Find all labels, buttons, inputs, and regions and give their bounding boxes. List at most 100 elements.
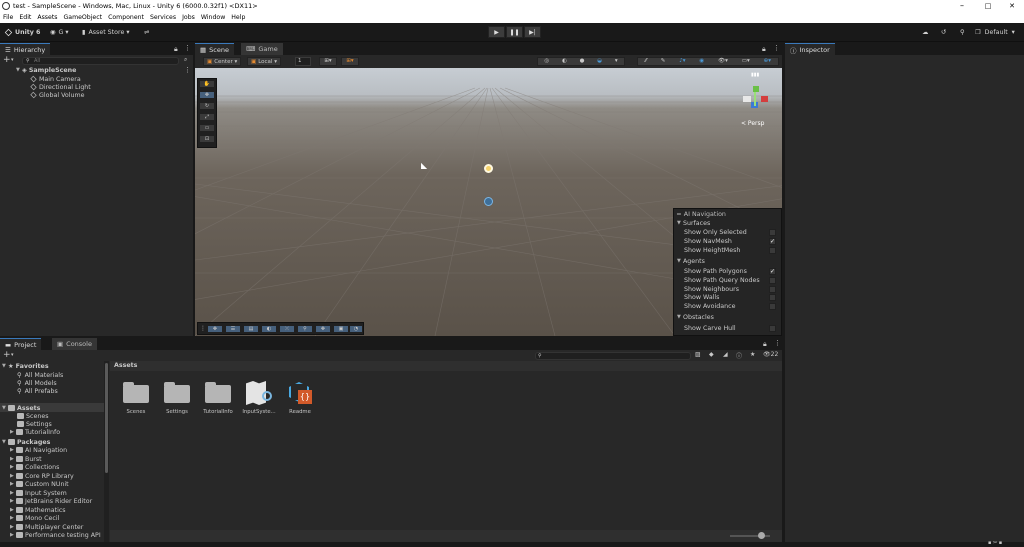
kebab-menu-icon[interactable]: ⋮ xyxy=(774,339,781,347)
list-item[interactable]: Main Camera xyxy=(30,75,81,83)
search-tool-icon[interactable]: ⚲ xyxy=(297,325,313,333)
volume-tool-icon[interactable]: ◐ xyxy=(261,325,277,333)
option-show-navmesh[interactable]: Show NavMesh ✓ xyxy=(684,237,779,245)
layers-button[interactable]: ❐ Default ▾ xyxy=(975,27,1015,38)
hierarchy-search-input[interactable]: ⚲ All xyxy=(22,57,179,65)
kebab-menu-icon[interactable]: ⋮ xyxy=(773,44,780,52)
lock-icon[interactable]: 🔒︎ xyxy=(174,45,178,54)
checkbox-show-only-selected[interactable] xyxy=(769,228,776,236)
drag-handle-icon[interactable]: ⋮ xyxy=(200,325,206,332)
package-item[interactable]: ▶ Mathematics xyxy=(10,506,66,514)
menu-assets[interactable]: Assets xyxy=(37,14,57,21)
menu-window[interactable]: Window xyxy=(201,14,225,21)
light-gizmo-icon[interactable] xyxy=(484,164,493,173)
agent-tool-icon[interactable]: ✥ xyxy=(315,325,331,333)
search-by-type-icon[interactable]: ▨ xyxy=(695,351,701,358)
tree-scrollbar[interactable] xyxy=(104,361,109,542)
info-icon[interactable]: ⓘ xyxy=(736,351,742,360)
kebab-menu-icon[interactable]: ⋮ xyxy=(184,44,191,52)
menu-gameobject[interactable]: GameObject xyxy=(63,14,102,21)
close-button[interactable]: ✕ xyxy=(1000,0,1024,12)
perspective-label[interactable]: < Persp xyxy=(741,120,764,127)
search-icon[interactable]: ⚲ xyxy=(960,27,965,38)
tab-console[interactable]: ▣ Console xyxy=(52,338,97,350)
package-item[interactable]: ▶ Burst xyxy=(10,455,42,463)
asset-tile[interactable]: Settings xyxy=(157,381,197,415)
lock-icon[interactable]: 🔒︎ xyxy=(762,45,766,54)
option-show-only-selected[interactable]: Show Only Selected xyxy=(684,228,779,236)
list-item[interactable]: Directional Light xyxy=(30,83,91,91)
package-item[interactable]: ▶ Input System xyxy=(10,489,67,497)
section-agents[interactable]: ▼ Agents xyxy=(677,257,705,265)
minimize-button[interactable]: – xyxy=(950,0,974,12)
breadcrumb-assets[interactable]: Assets xyxy=(114,362,137,369)
search-by-log-icon[interactable]: ◢ xyxy=(723,351,728,358)
rotate-tool-icon[interactable]: ↻ xyxy=(199,102,215,110)
rect-tool-icon[interactable]: ▭ xyxy=(199,124,215,132)
lock-icon[interactable]: 🔒︎ xyxy=(763,340,767,349)
scene-viewport[interactable]: ◣ ✋ ✥ ↻ ⤢ ▭ ⊡ ▮▮▮ < Persp ═ AI Navigation… xyxy=(195,68,782,336)
package-item[interactable]: ▶ AI Navigation xyxy=(10,446,67,454)
asset-store-button[interactable]: ▮ Asset Store ▾ xyxy=(82,27,130,38)
step-button[interactable]: ▶| xyxy=(524,26,541,38)
snap-increment-field[interactable]: 1 xyxy=(295,57,311,66)
option-show-carve-hull[interactable]: Show Carve Hull xyxy=(684,324,779,332)
section-obstacles[interactable]: ▼ Obstacles xyxy=(677,313,714,321)
navmesh-tool-icon[interactable]: ✥ xyxy=(207,325,223,333)
maximize-button[interactable]: □ xyxy=(976,0,1000,12)
tree-scrollbar-thumb[interactable] xyxy=(105,363,108,473)
option-show-avoidance[interactable]: Show Avoidance xyxy=(684,302,779,310)
option-show-neighbours[interactable]: Show Neighbours xyxy=(684,285,779,293)
add-dropdown-icon[interactable]: ▾ xyxy=(11,57,14,63)
package-item[interactable]: ▶ Collections xyxy=(10,463,59,471)
checkbox-show-path-polygons[interactable]: ✓ xyxy=(769,267,776,275)
checkbox-show-heightmesh[interactable] xyxy=(769,246,776,254)
folder-item[interactable]: Settings xyxy=(17,420,52,428)
hand-tool-icon[interactable]: ✋ xyxy=(199,80,215,88)
asset-tile[interactable]: {} Readme xyxy=(280,381,320,415)
pause-button[interactable]: ❚❚ xyxy=(506,26,523,38)
move-tool-icon[interactable]: ✥ xyxy=(199,91,215,99)
menu-edit[interactable]: Edit xyxy=(19,14,31,21)
project-search-input[interactable]: ⚲ xyxy=(535,352,691,360)
zoom-slider-thumb[interactable] xyxy=(758,532,765,539)
add-button[interactable]: + xyxy=(3,55,11,65)
center-cube-icon[interactable] xyxy=(743,96,751,102)
grid-snap-button[interactable]: ⊞▾ xyxy=(319,57,337,66)
play-button[interactable]: ▶ xyxy=(488,26,505,38)
section-surfaces[interactable]: ▼ Surfaces xyxy=(677,219,710,227)
tab-hierarchy[interactable]: ☰ Hierarchy xyxy=(0,43,51,55)
transform-tool-icon[interactable]: ⊡ xyxy=(199,135,215,143)
menu-file[interactable]: File xyxy=(3,14,13,21)
option-show-path-polygons[interactable]: Show Path Polygons ✓ xyxy=(684,267,779,275)
pivot-dropdown[interactable]: ▣ Center ▾ xyxy=(203,57,242,66)
increment-snap-button[interactable]: ⊞▾ xyxy=(341,57,359,66)
folder-item[interactable]: ▶ TutorialInfo xyxy=(10,428,60,436)
scene-kebab-icon[interactable]: ⋮ xyxy=(184,66,191,74)
surface-tool-icon[interactable]: ☰ xyxy=(225,325,241,333)
package-item[interactable]: ▶ Performance testing API xyxy=(10,531,101,539)
favorite-star-icon[interactable]: ★ xyxy=(750,351,755,358)
asset-tile[interactable]: Scenes xyxy=(116,381,156,415)
cloud-icon[interactable]: ☁ xyxy=(922,27,928,38)
list-item[interactable]: Global Volume xyxy=(30,91,85,99)
package-item[interactable]: ▶ JetBrains Rider Editor xyxy=(10,497,92,505)
folder-item[interactable]: Scenes xyxy=(17,412,48,420)
menu-help[interactable]: Help xyxy=(231,14,245,21)
package-item[interactable]: ▶ Custom NUnit xyxy=(10,480,69,488)
scene-search-icon[interactable]: ⌕ xyxy=(184,56,187,64)
tab-inspector[interactable]: ⓘ Inspector xyxy=(785,43,835,55)
package-item[interactable]: ▶ Mono Cecil xyxy=(10,514,59,522)
hidden-packages-button[interactable]: 👁︎22 xyxy=(763,351,778,358)
menu-jobs[interactable]: Jobs xyxy=(182,14,195,21)
favorite-item[interactable]: ⚲ All Models xyxy=(17,379,57,387)
orientation-gizmo[interactable]: ▮▮▮ xyxy=(737,72,779,120)
checkbox-show-avoidance[interactable] xyxy=(769,302,776,310)
create-dropdown-icon[interactable]: ▾ xyxy=(11,352,14,358)
option-show-path-query-nodes[interactable]: Show Path Query Nodes xyxy=(684,276,779,284)
asset-tile[interactable]: InputSyste... xyxy=(239,381,279,415)
scene-row[interactable]: ▼ ◈ SampleScene xyxy=(16,66,76,74)
checkbox-show-carve-hull[interactable] xyxy=(769,324,776,332)
checkbox-show-walls[interactable] xyxy=(769,293,776,301)
search-by-label-icon[interactable]: ◆ xyxy=(709,351,714,358)
